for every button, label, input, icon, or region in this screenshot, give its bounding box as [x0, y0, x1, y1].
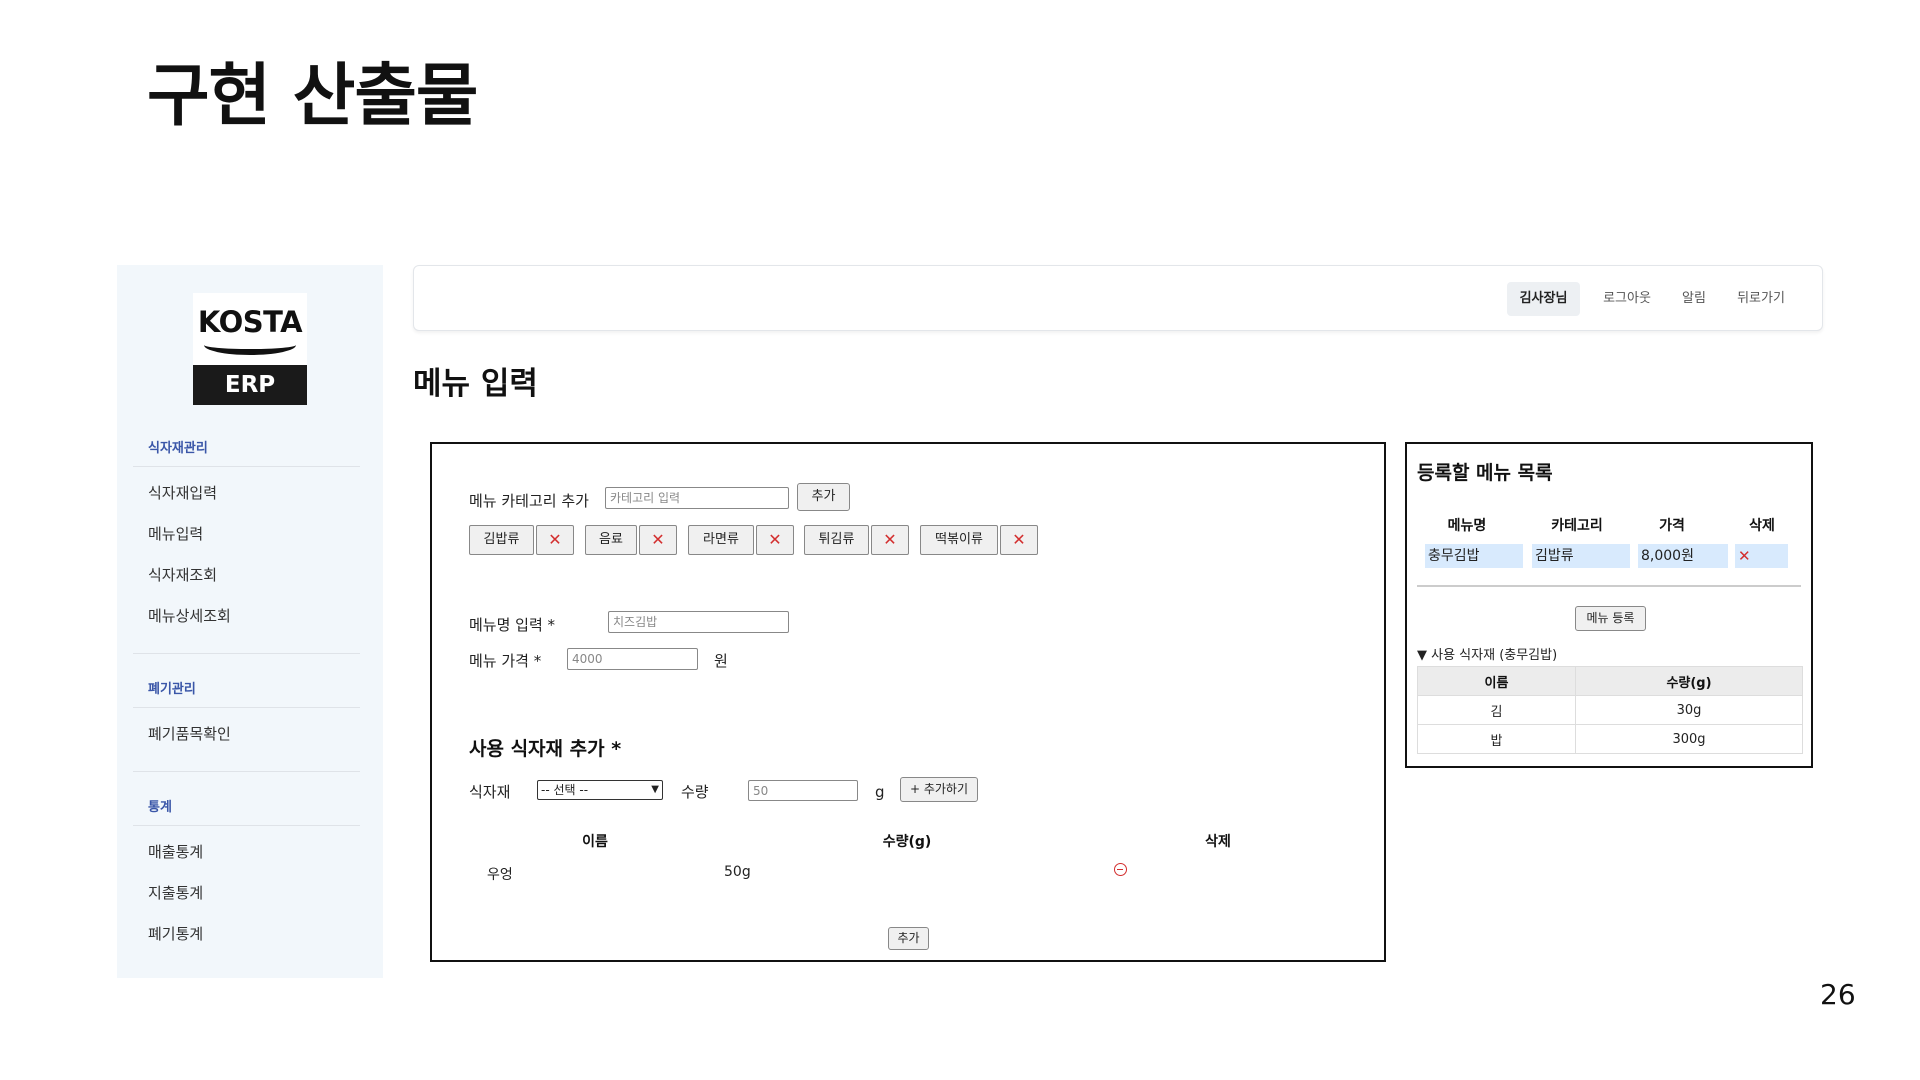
menu-list-panel: 등록할 메뉴 목록 메뉴명 카테고리 가격 삭제 충무김밥 김밥류 8,000원… — [1405, 442, 1813, 768]
nav-header-disposal: 폐기관리 — [133, 678, 360, 708]
category-delete-button[interactable]: ✕ — [1000, 525, 1038, 555]
sidebar-item-menu-detail[interactable]: 메뉴상세조회 — [133, 596, 360, 637]
ingredient-section-title: 사용 식자재 추가 * — [469, 738, 622, 760]
ingredient-label: 식자재 — [469, 783, 511, 801]
ingredient-detail-table: 이름 수량(g) 김 30g 밥 300g — [1417, 666, 1803, 754]
detail-cell-name: 밥 — [1417, 724, 1576, 754]
register-menu-button[interactable]: 메뉴 등록 — [1575, 606, 1646, 631]
menu-price-label: 메뉴 가격 * — [469, 652, 542, 670]
sidebar-item-ingredient-search[interactable]: 식자재조회 — [133, 555, 360, 596]
category-chip: 떡볶이류 — [920, 525, 998, 555]
chevron-down-icon: ▼ — [651, 784, 659, 795]
category-chip: 튀김류 — [804, 525, 869, 555]
quantity-label: 수량 — [681, 783, 709, 801]
kosta-erp-logo[interactable]: KOSTA ERP — [193, 293, 307, 405]
category-input[interactable]: 카테고리 입력 — [605, 487, 789, 509]
sidebar-item-expense-stats[interactable]: 지출통계 — [133, 873, 360, 914]
category-delete-button[interactable]: ✕ — [756, 525, 794, 555]
category-add-label: 메뉴 카테고리 추가 — [469, 492, 589, 510]
category-add-button[interactable]: 추가 — [797, 483, 850, 511]
sidebar-item-disposal-check[interactable]: 폐기품목확인 — [133, 714, 360, 755]
sidebar-item-menu-input[interactable]: 메뉴입력 — [133, 514, 360, 555]
menu-price-input[interactable]: 4000 — [567, 648, 698, 670]
ingredient-detail-toggle[interactable]: ▼ 사용 식자재 (충무김밥) — [1417, 644, 1557, 663]
user-name-button[interactable]: 김사장님 — [1507, 282, 1580, 316]
ingredient-table-header-quantity: 수량(g) — [882, 834, 932, 850]
menu-list-title: 등록할 메뉴 목록 — [1417, 462, 1553, 484]
nav-section-ingredients: 식자재관리 식자재입력 메뉴입력 식자재조회 메뉴상세조회 — [133, 437, 360, 637]
submit-add-menu-button[interactable]: 추가 — [888, 927, 929, 950]
nav-header-ingredients: 식자재관리 — [133, 437, 360, 467]
menu-list-cell-category: 김밥류 — [1532, 544, 1630, 568]
menu-list-cell-name: 충무김밥 — [1425, 544, 1523, 568]
sidebar: KOSTA ERP 식자재관리 식자재입력 메뉴입력 식자재조회 메뉴상세조회 … — [117, 265, 383, 978]
alarm-link[interactable]: 알림 — [1674, 282, 1714, 316]
menu-list-header-category: 카테고리 — [1551, 518, 1603, 534]
category-chip: 음료 — [585, 525, 637, 555]
ingredient-row-quantity: 50g — [724, 864, 751, 880]
nav-section-disposal: 폐기관리 폐기품목확인 — [133, 678, 360, 755]
category-delete-button[interactable]: ✕ — [871, 525, 909, 555]
add-ingredient-button[interactable]: + 추가하기 — [900, 777, 978, 802]
top-navbar: 김사장님 로그아웃 알림 뒤로가기 — [413, 265, 1823, 331]
nav-divider — [133, 653, 360, 654]
quantity-unit-label: g — [875, 783, 885, 801]
ingredient-table-header-delete: 삭제 — [1205, 834, 1231, 850]
page-number: 26 — [1820, 978, 1856, 1011]
detail-cell-name: 김 — [1417, 695, 1576, 725]
ingredient-select[interactable]: -- 선택 -- ▼ — [537, 780, 663, 800]
remove-ingredient-icon[interactable] — [1114, 863, 1127, 876]
nav-header-stats: 통계 — [133, 796, 360, 826]
sidebar-item-ingredient-input[interactable]: 식자재입력 — [133, 473, 360, 514]
back-link[interactable]: 뒤로가기 — [1726, 282, 1796, 316]
logout-link[interactable]: 로그아웃 — [1592, 282, 1662, 316]
menu-list-header-delete: 삭제 — [1749, 518, 1775, 534]
ingredient-table-header-name: 이름 — [582, 834, 608, 850]
logo-text-erp: ERP — [193, 365, 307, 405]
menu-list-header-price: 가격 — [1659, 518, 1685, 534]
nav-section-stats: 통계 매출통계 지출통계 폐기통계 — [133, 796, 360, 955]
logo-swoosh — [204, 335, 296, 355]
menu-name-label: 메뉴명 입력 * — [469, 616, 556, 634]
slide-title: 구현 산출물 — [147, 57, 478, 136]
ingredient-row-name: 우엉 — [487, 867, 513, 883]
table-header-row: 이름 수량(g) — [1417, 666, 1803, 696]
detail-cell-quantity: 30g — [1575, 695, 1803, 725]
category-delete-button[interactable]: ✕ — [536, 525, 574, 555]
table-row: 김 30g — [1417, 695, 1803, 725]
detail-header-quantity: 수량(g) — [1575, 666, 1803, 696]
menu-list-divider — [1417, 585, 1801, 587]
menu-list-header-name: 메뉴명 — [1447, 518, 1487, 534]
sidebar-item-sales-stats[interactable]: 매출통계 — [133, 832, 360, 873]
menu-list-cell-price: 8,000원 — [1638, 544, 1728, 568]
detail-cell-quantity: 300g — [1575, 724, 1803, 754]
category-delete-button[interactable]: ✕ — [639, 525, 677, 555]
logo-text-kosta: KOSTA — [197, 305, 303, 339]
sidebar-item-disposal-stats[interactable]: 폐기통계 — [133, 914, 360, 955]
menu-list-delete-button[interactable]: ✕ — [1735, 544, 1788, 568]
ingredient-select-value: -- 선택 -- — [541, 783, 589, 797]
table-row: 밥 300g — [1417, 724, 1803, 754]
detail-header-name: 이름 — [1417, 666, 1576, 696]
category-chip: 라면류 — [688, 525, 754, 555]
quantity-input[interactable]: 50 — [748, 780, 858, 801]
nav-divider — [133, 771, 360, 772]
menu-input-form: 메뉴 카테고리 추가 카테고리 입력 추가 김밥류 ✕ 음료 ✕ 라면류 ✕ 튀… — [430, 442, 1386, 962]
category-chip: 김밥류 — [469, 525, 534, 555]
page-title: 메뉴 입력 — [413, 366, 538, 402]
price-unit-label: 원 — [714, 652, 728, 670]
menu-name-input[interactable]: 치즈김밥 — [608, 611, 789, 633]
